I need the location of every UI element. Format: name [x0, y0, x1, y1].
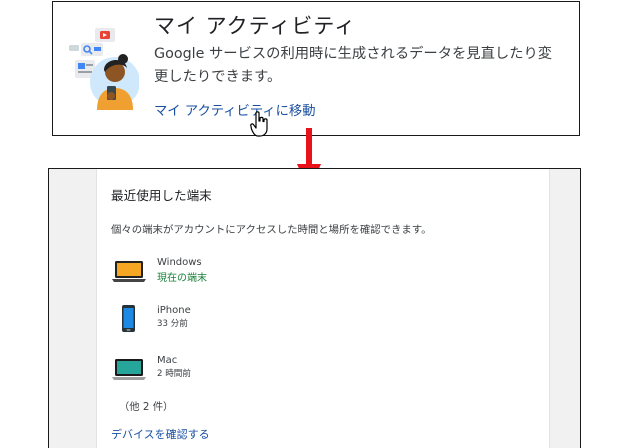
macbook-icon — [112, 359, 146, 380]
recent-devices-title: 最近使用した端末 — [111, 188, 212, 203]
recent-devices-screenshot: 最近使用した端末 個々の端末がアカウントにアクセスした時間と場所を確認できます。… — [48, 168, 581, 448]
recent-devices-description: 個々の端末がアカウントにアクセスした時間と場所を確認できます。 — [111, 224, 432, 236]
device-status: 現在の端末 — [157, 273, 207, 284]
device-status: 33 分前 — [157, 319, 188, 329]
my-activity-card: マイ アクティビティ Google サービスの利用時に生成されるデータを見直した… — [52, 1, 580, 137]
recent-devices-card: 最近使用した端末 個々の端末がアカウントにアクセスした時間と場所を確認できます。… — [96, 169, 550, 448]
hand-cursor-icon — [250, 111, 268, 137]
review-devices-link[interactable]: デバイスを確認する — [111, 426, 210, 442]
my-activity-description: Google サービスの利用時に生成されるデータを見直したり変更したりできます。 — [154, 46, 553, 85]
go-to-my-activity-link[interactable]: マイ アクティビティに移動 — [154, 100, 316, 119]
device-name: iPhone — [157, 305, 191, 316]
my-activity-title: マイ アクティビティ — [154, 14, 357, 38]
laptop-icon — [112, 261, 146, 282]
smartphone-icon — [122, 305, 135, 332]
my-activity-illustration — [69, 28, 139, 110]
device-status: 2 時間前 — [157, 369, 191, 379]
device-name: Mac — [157, 355, 178, 366]
device-name: Windows — [157, 257, 202, 268]
other-devices-count: （他 2 件） — [119, 401, 174, 413]
